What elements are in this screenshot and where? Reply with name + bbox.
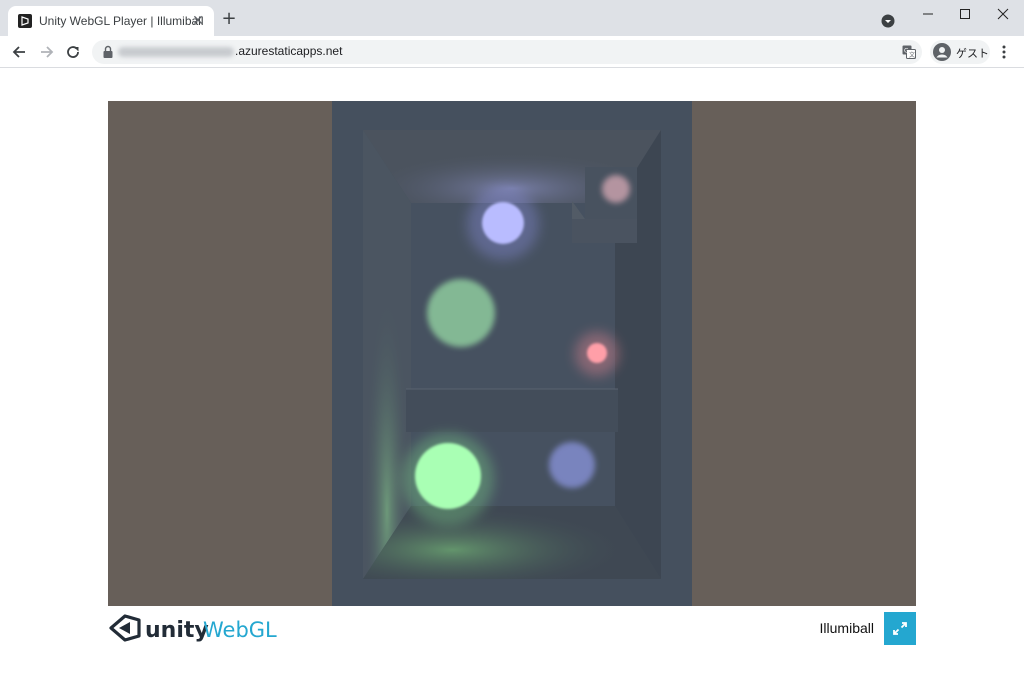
logo-webgl-text: WebGL [203,618,277,642]
profile-label: ゲスト [956,47,989,60]
browser-tab-strip: Unity WebGL Player | Illumiball ✕ + [0,0,1024,36]
svg-text:文: 文 [909,51,915,59]
ledge-block-front [572,219,637,243]
tab-title: Unity WebGL Player | Illumiball [39,14,204,28]
pink-light-ball [602,175,630,203]
url-domain-text: .azurestaticapps.net [235,44,343,58]
guest-avatar-icon [933,43,951,61]
fullscreen-button[interactable] [884,612,916,645]
address-bar[interactable]: .azurestaticapps.net G 文 [92,40,922,64]
middle-bar [406,389,618,432]
tab-close-icon[interactable]: ✕ [190,13,206,29]
window-close-icon[interactable] [992,6,1014,22]
translate-icon[interactable]: G 文 [902,45,916,59]
profile-button[interactable]: ゲスト [930,40,990,64]
red-light-ball [587,343,607,363]
blue-light-ball [482,202,524,244]
unity-footer: unity WebGL Illumiball [108,612,916,646]
forward-arrow-icon[interactable] [38,43,56,61]
unity-cube-icon [109,614,141,642]
unity-webgl-logo: unity WebGL [109,614,277,643]
blurred-subdomain [118,47,234,57]
lock-icon[interactable] [102,45,114,59]
pit-bottom-glow [363,506,661,579]
pit-left-glow [363,130,411,579]
minimize-icon[interactable] [917,6,939,22]
logo-unity-text: unity [145,618,209,643]
kebab-menu-icon[interactable] [998,44,1010,60]
reload-icon[interactable] [64,43,82,61]
maximize-icon[interactable] [954,6,976,22]
back-arrow-icon[interactable] [10,43,28,61]
tab-search-icon[interactable] [881,14,895,28]
game-scene [332,101,692,606]
browser-tab[interactable]: Unity WebGL Player | Illumiball ✕ [8,6,214,36]
green-light-ball [427,279,495,347]
fullscreen-icon [893,622,907,635]
unity-game-canvas[interactable] [108,101,916,606]
new-tab-icon[interactable]: + [220,10,238,28]
unity-favicon-icon [18,14,32,28]
game-title: Illumiball [819,620,874,636]
blue-shadow-ball [549,442,595,488]
browser-toolbar: .azurestaticapps.net G 文 ゲスト [0,36,1024,68]
green-player-ball [415,443,481,509]
